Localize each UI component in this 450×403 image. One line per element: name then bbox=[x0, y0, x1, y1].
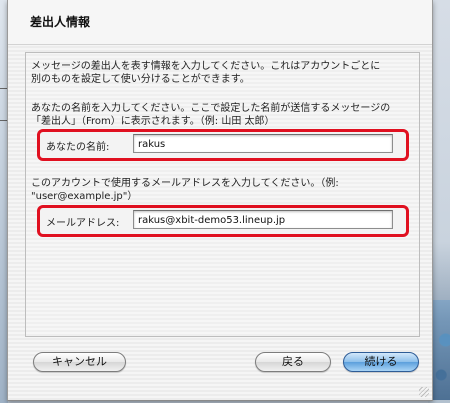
email-label: メールアドレス: bbox=[46, 218, 120, 229]
email-input[interactable]: rakus@xbit-demo53.lineup.jp bbox=[133, 210, 393, 229]
dialog-header: 差出人情報 bbox=[8, 0, 432, 45]
dialog-title: 差出人情報 bbox=[30, 15, 91, 29]
cancel-button[interactable]: キャンセル bbox=[33, 352, 126, 372]
resize-grip[interactable] bbox=[419, 387, 429, 397]
name-help-line1: あなたの名前を入力してください。ここで設定した名前が送信するメッセージの bbox=[31, 103, 391, 114]
name-label: あなたの名前: bbox=[46, 142, 110, 153]
email-help-line2: "user@example.jp"） bbox=[31, 191, 138, 202]
email-help-line1: このアカウントで使用するメールアドレスを入力してください。（例: bbox=[31, 178, 339, 189]
continue-button[interactable]: 続ける bbox=[343, 352, 419, 372]
back-button[interactable]: 戻る bbox=[255, 352, 331, 372]
intro-text-line2: 別のものを設定して使い分けることができます。 bbox=[31, 74, 250, 85]
intro-text-line1: メッセージの差出人を表す情報を入力してください。これはアカウントごとに bbox=[31, 61, 381, 72]
email-field-row: メールアドレス: rakus@xbit-demo53.lineup.jp bbox=[37, 205, 409, 237]
name-input[interactable]: rakus bbox=[133, 134, 393, 153]
name-help-line2: 「差出人」（From）に表示されます。（例: 山田 太郎） bbox=[31, 116, 275, 127]
setup-dialog-sheet: 差出人情報 メッセージの差出人を表す情報を入力してください。これはアカウントごと… bbox=[7, 0, 433, 401]
name-field-row: あなたの名前: rakus bbox=[37, 129, 409, 161]
